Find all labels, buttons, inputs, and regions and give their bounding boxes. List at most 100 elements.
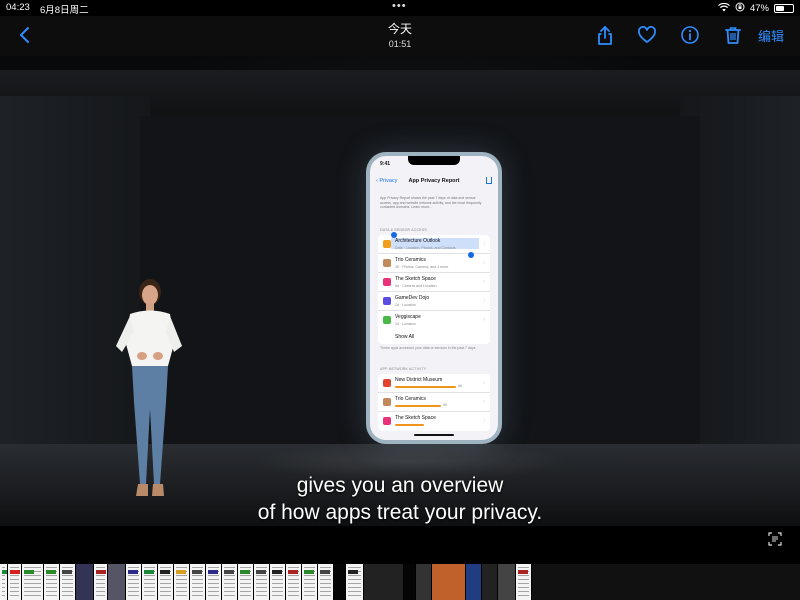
thumbnail-strip[interactable] — [0, 564, 800, 600]
phone-show-all-row: Show All — [378, 330, 490, 344]
thumbnail-accent — [62, 570, 72, 574]
photo-thumbnail[interactable] — [190, 564, 206, 600]
phone-data-row: Veggiscape 2d · Location › — [378, 311, 490, 330]
selection-handle-end[interactable] — [468, 252, 474, 258]
info-icon[interactable] — [679, 24, 701, 46]
thumbnail-accent — [208, 570, 218, 574]
thumbnail-accent — [256, 570, 266, 574]
thumbnail-accent — [288, 570, 298, 574]
thumbnail-accent — [10, 570, 20, 574]
thumbnail-accent — [272, 570, 282, 574]
chevron-right-icon: › — [483, 380, 485, 386]
thumbnail-accent — [144, 570, 154, 574]
photo-title: 今天 01:51 — [350, 20, 450, 49]
photo-toolbar: 今天 01:51 编辑 — [0, 16, 800, 56]
phone-network-row: Trio Ceramics 50 › — [378, 393, 490, 412]
photo-thumbnail[interactable] — [22, 564, 44, 600]
chevron-right-icon: › — [483, 241, 485, 247]
photo-thumbnail[interactable] — [222, 564, 238, 600]
app-name: Trio Ceramics — [395, 257, 426, 263]
app-icon — [383, 316, 391, 324]
photo-thumbnail[interactable] — [318, 564, 334, 600]
thumbnail-accent — [518, 570, 528, 574]
photo-thumbnail[interactable] — [346, 564, 364, 600]
photo-thumbnail[interactable] — [254, 564, 270, 600]
photo-thumbnail[interactable] — [108, 564, 126, 600]
wifi-icon — [718, 2, 730, 15]
photo-thumbnail[interactable] — [334, 564, 346, 600]
chevron-right-icon: › — [483, 260, 485, 266]
phone-back-link: ‹ Privacy — [376, 178, 398, 184]
photo-thumbnail[interactable] — [498, 564, 516, 600]
photo-thumbnail[interactable] — [76, 564, 94, 600]
app-access-detail: Data · Location, Photos, and Contacts — [395, 246, 456, 250]
battery-fill — [776, 6, 785, 11]
thumbnail-accent — [240, 570, 250, 574]
subtitle-line-2: of how apps treat your privacy. — [257, 501, 543, 524]
back-chevron-icon[interactable] — [14, 24, 36, 46]
photo-thumbnail[interactable] — [404, 564, 416, 600]
photo-thumbnail[interactable] — [416, 564, 432, 600]
live-text-icon[interactable] — [768, 532, 782, 546]
share-icon[interactable] — [594, 24, 616, 46]
thumbnail-accent — [224, 570, 234, 574]
thumbnail-accent — [46, 570, 56, 574]
edit-button[interactable]: 编辑 — [758, 26, 784, 45]
thumbnail-accent — [192, 570, 202, 574]
video-subtitles: gives you an overview of how apps treat … — [0, 472, 800, 526]
chevron-right-icon: › — [483, 317, 485, 323]
photo-thumbnail[interactable] — [302, 564, 318, 600]
iphone-device: 9:41 App Privacy Report ‹ Privacy App Pr… — [366, 152, 502, 444]
photo-thumbnail[interactable] — [44, 564, 60, 600]
photo-thumbnail[interactable] — [432, 564, 466, 600]
photo-thumbnail[interactable] — [270, 564, 286, 600]
network-activity-bar — [395, 386, 457, 388]
thumbnail-accent — [348, 570, 358, 574]
network-activity-bar — [395, 424, 424, 426]
app-access-detail: 2d · Location — [395, 322, 416, 326]
photo-thumbnail[interactable] — [158, 564, 174, 600]
app-icon — [383, 417, 391, 425]
phone-description: App Privacy Report shows the past 7 days… — [380, 196, 482, 210]
heart-icon[interactable] — [636, 24, 658, 46]
app-icon — [383, 259, 391, 267]
multitasking-dots[interactable]: ••• — [392, 0, 407, 12]
photo-thumbnail[interactable] — [94, 564, 108, 600]
selection-handle-start[interactable] — [391, 232, 397, 238]
photo-thumbnail[interactable] — [126, 564, 142, 600]
photo-thumbnail[interactable] — [516, 564, 532, 600]
photo-thumbnail[interactable] — [206, 564, 222, 600]
app-name: Veggiscape — [395, 314, 421, 320]
photo-thumbnail[interactable] — [8, 564, 22, 600]
photo-thumbnail[interactable] — [0, 564, 8, 600]
phone-network-card: New District Museum 66 › Trio Ceramics 50 › Th… — [378, 374, 490, 431]
trash-icon[interactable] — [722, 24, 744, 46]
network-activity-count: 50 — [443, 403, 448, 407]
app-icon — [383, 278, 391, 286]
status-date: 6月8日周二 — [40, 5, 89, 16]
photo-thumbnail[interactable] — [482, 564, 498, 600]
app-icon — [383, 240, 391, 248]
photo-thumbnail[interactable] — [286, 564, 302, 600]
thumbnail-accent — [160, 570, 170, 574]
photo-time-subtitle: 01:51 — [388, 39, 412, 49]
orientation-lock-icon — [735, 2, 745, 15]
photo-thumbnail[interactable] — [364, 564, 404, 600]
thumbnail-accent — [304, 570, 314, 574]
photo-thumbnail[interactable] — [466, 564, 482, 600]
chevron-right-icon: › — [483, 418, 485, 424]
photo-thumbnail[interactable] — [60, 564, 76, 600]
app-access-detail: 2d · Location — [395, 303, 416, 307]
app-name: Architecture Outlook — [395, 238, 441, 244]
chevron-right-icon: › — [483, 399, 485, 405]
thumbnail-accent — [320, 570, 330, 574]
presenter — [108, 274, 188, 504]
app-icon — [383, 379, 391, 387]
phone-nav-bar: App Privacy Report ‹ Privacy — [370, 176, 498, 188]
photo-thumbnail[interactable] — [174, 564, 190, 600]
photo-thumbnail[interactable] — [142, 564, 158, 600]
photo-view[interactable]: 9:41 App Privacy Report ‹ Privacy App Pr… — [0, 56, 800, 526]
phone-show-all: Show All — [395, 334, 415, 340]
phone-data-row: GameDev Dojo 2d · Location › — [378, 292, 490, 311]
photo-thumbnail[interactable] — [238, 564, 254, 600]
